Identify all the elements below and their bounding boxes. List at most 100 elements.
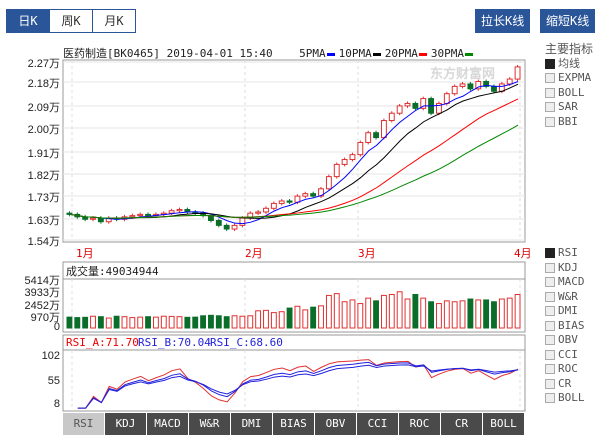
checkbox[interactable] xyxy=(545,291,555,302)
volume-bar xyxy=(263,309,269,329)
sub-indicator-option[interactable]: DMI xyxy=(545,304,585,319)
option-label: EXPMA xyxy=(558,71,592,84)
indicator-tab-cr[interactable]: CR xyxy=(441,413,482,435)
volume-bar xyxy=(325,294,332,329)
volume-bar xyxy=(82,316,89,329)
volume-bar xyxy=(451,301,458,329)
candle xyxy=(506,78,513,85)
volume-bar xyxy=(349,299,356,329)
sub-indicator-option[interactable]: OBV xyxy=(545,333,585,348)
indicator-tab-cci[interactable]: CCI xyxy=(357,413,398,435)
checkbox[interactable] xyxy=(545,306,555,316)
checkbox[interactable] xyxy=(545,102,555,112)
indicator-tab-dmi[interactable]: DMI xyxy=(231,413,272,435)
rsi-a-value: RSI_A:71.70 xyxy=(66,336,139,349)
volume-bar xyxy=(160,315,167,329)
checkbox[interactable] xyxy=(545,364,555,374)
candle xyxy=(459,83,466,87)
candle xyxy=(239,217,246,226)
volume-bar xyxy=(365,297,372,329)
checkbox[interactable] xyxy=(545,262,555,273)
volume-bar xyxy=(184,316,191,329)
ma-line-20 xyxy=(69,98,519,219)
sub-indicator-option[interactable]: ROC xyxy=(545,362,585,377)
checkbox[interactable] xyxy=(545,116,555,127)
indicator-tab-rsi[interactable]: RSI xyxy=(63,413,104,435)
checkbox[interactable] xyxy=(545,320,555,331)
main-indicator-option[interactable]: EXPMA xyxy=(545,71,593,86)
volume-bar xyxy=(373,300,379,329)
main-indicator-option[interactable]: BOLL xyxy=(545,86,593,101)
option-label: BOLL xyxy=(558,85,585,99)
checkbox[interactable] xyxy=(545,73,555,83)
sub-indicator-option[interactable]: W&R xyxy=(545,290,585,305)
volume-bar xyxy=(294,305,301,329)
volume-bar xyxy=(152,316,159,329)
sub-indicator-option[interactable]: BOLL xyxy=(545,391,585,406)
volume-bar xyxy=(74,317,81,329)
price-tick: 2.00万 xyxy=(27,124,60,136)
rsi-b-value: RSI_B:70.04 xyxy=(138,336,211,349)
candle xyxy=(333,163,340,178)
rsi-c-value: RSI_C:68.60 xyxy=(210,336,283,349)
sub-indicator-option[interactable]: KDJ xyxy=(545,261,585,276)
checkbox[interactable] xyxy=(545,335,555,345)
indicator-tabs: RSI KDJ MACD W&R DMI BIAS OBV CCI ROC CR BOLL xyxy=(63,413,525,435)
sub-indicator-option[interactable]: MACD xyxy=(545,275,585,290)
candle xyxy=(223,224,230,230)
sub-indicator-option[interactable]: CCI xyxy=(545,348,585,363)
checkbox[interactable] xyxy=(545,393,555,403)
candle xyxy=(514,66,521,80)
checkbox[interactable] xyxy=(545,378,555,389)
volume-bar xyxy=(491,301,497,329)
price-tick: 1.73万 xyxy=(27,192,60,204)
candle xyxy=(90,217,96,220)
indicator-tab-kdj[interactable]: KDJ xyxy=(105,413,146,435)
indicator-tab-macd[interactable]: MACD xyxy=(147,413,188,435)
candle xyxy=(404,102,411,107)
candle xyxy=(310,193,317,197)
volume-bar xyxy=(420,297,427,329)
volume-bar xyxy=(506,297,513,329)
option-label: ROC xyxy=(558,362,578,375)
kline-chart[interactable]: 东方财富网 xyxy=(0,0,600,441)
main-indicator-option[interactable]: 均线 xyxy=(545,57,593,72)
option-label: W&R xyxy=(558,289,578,303)
volume-bar xyxy=(318,305,324,329)
candle xyxy=(145,213,151,217)
main-indicator-option[interactable]: BBI xyxy=(545,115,593,130)
sub-indicator-option[interactable]: CR xyxy=(545,377,585,392)
main-indicator-option[interactable]: SAR xyxy=(545,100,593,115)
candle xyxy=(467,83,474,90)
volume-bar xyxy=(255,310,262,329)
volume-bar xyxy=(200,315,207,329)
sub-indicator-option[interactable]: BIAS xyxy=(545,319,585,334)
candle xyxy=(388,112,395,122)
price-tick: 2.18万 xyxy=(27,78,60,90)
candle xyxy=(286,200,293,203)
volume-bar xyxy=(380,294,387,329)
volume-bar xyxy=(459,300,466,329)
checkbox[interactable] xyxy=(545,248,555,258)
option-label: CR xyxy=(558,376,572,390)
candle xyxy=(231,224,238,230)
checkbox[interactable] xyxy=(545,58,555,69)
volume-bar xyxy=(223,316,230,329)
month-label: 2月 xyxy=(245,247,263,260)
month-label: 4月 xyxy=(514,247,532,260)
indicator-tab-bias[interactable]: BIAS xyxy=(273,413,314,435)
volume-bar xyxy=(66,316,73,329)
indicator-tab-boll[interactable]: BOLL xyxy=(483,413,524,435)
indicator-tab-wr[interactable]: W&R xyxy=(189,413,230,435)
volume-bar xyxy=(145,316,151,329)
checkbox[interactable] xyxy=(545,349,555,360)
indicator-tab-obv[interactable]: OBV xyxy=(315,413,356,435)
price-tick: 1.82万 xyxy=(27,170,60,182)
volume-bar xyxy=(341,301,348,329)
price-tick: 1.54万 xyxy=(27,236,60,248)
volume-bar xyxy=(388,294,395,329)
checkbox[interactable] xyxy=(545,87,555,98)
indicator-tab-roc[interactable]: ROC xyxy=(399,413,440,435)
checkbox[interactable] xyxy=(545,277,555,287)
sub-indicator-option[interactable]: RSI xyxy=(545,246,585,261)
